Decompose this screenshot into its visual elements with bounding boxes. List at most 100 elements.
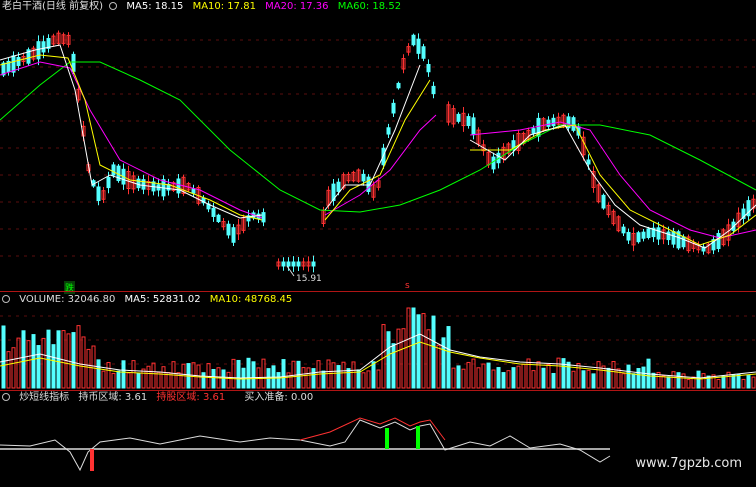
volume-bar: [441, 337, 446, 389]
candle: [571, 117, 576, 131]
volume-bar: [751, 376, 756, 389]
volume-label: VOLUME: 32046.80: [19, 294, 116, 305]
candle: [336, 181, 341, 192]
candle: [431, 85, 436, 95]
volume-bar: [401, 328, 406, 389]
volume-bar: [736, 374, 741, 389]
volume-bar: [246, 357, 251, 389]
candle: [601, 194, 606, 209]
indicator-pane[interactable]: 炒短线指标 持币区域: 3.61 持股区域: 3.61 买入准备: 0.00 w…: [0, 390, 756, 487]
price-header: 老白干酒(日线 前复权) MA5: 18.15 MA10: 17.81 MA20…: [2, 1, 407, 13]
volume-bar: [466, 361, 471, 389]
volume-bar: [416, 314, 421, 389]
candle: [681, 236, 686, 248]
volume-bar: [586, 369, 591, 389]
volume-bar: [451, 367, 456, 389]
volume-bar: [641, 366, 646, 389]
volume-bar: [506, 370, 511, 389]
volume-bar: [31, 334, 36, 389]
settings-dot-icon[interactable]: [109, 2, 118, 10]
candle: [231, 227, 236, 243]
candle: [666, 231, 671, 241]
volume-bar: [411, 307, 416, 389]
candle: [361, 173, 366, 182]
candle: [646, 228, 651, 238]
candle: [656, 227, 661, 240]
volume-bar: [206, 363, 211, 389]
settings-dot-icon[interactable]: [2, 393, 10, 401]
candle: [391, 102, 396, 114]
candle: [671, 230, 676, 245]
volume-bar: [566, 361, 571, 389]
candle: [216, 214, 221, 223]
volume-bar: [81, 336, 86, 389]
volume-bar: [686, 379, 691, 389]
volume-bar: [381, 324, 386, 389]
indicator-red-line: [299, 417, 446, 441]
sell-signal-bar: [90, 449, 94, 471]
volume-bar: [366, 370, 371, 389]
volume-bar: [671, 371, 676, 389]
volume-bar: [336, 365, 341, 389]
volume-bar: [36, 345, 41, 389]
volume-bar: [261, 358, 266, 389]
volume-bar: [631, 373, 636, 389]
candle: [471, 117, 476, 136]
volume-bar: [151, 362, 156, 389]
volume-chart[interactable]: [0, 292, 756, 390]
candle: [421, 46, 426, 59]
volume-bar: [76, 325, 81, 389]
candle: [296, 261, 301, 267]
volume-bar: [41, 337, 46, 389]
volume-bar: [341, 361, 346, 389]
volume-bar: [11, 347, 16, 389]
volume-bar: [666, 376, 671, 389]
volume-bar: [731, 374, 736, 389]
volume-bar: [421, 313, 426, 389]
volume-bar: [496, 367, 501, 389]
volume-bar: [526, 358, 531, 389]
volume-bar: [486, 362, 491, 389]
volume-bar: [436, 344, 441, 389]
volume-pane[interactable]: VOLUME: 32046.80 MA5: 52831.02 MA10: 487…: [0, 292, 756, 390]
indicator-chart[interactable]: [0, 390, 756, 487]
volume-bar: [621, 373, 626, 389]
candle: [426, 64, 431, 73]
candle: [11, 55, 16, 73]
candle: [586, 159, 591, 165]
volume-bar: [596, 361, 601, 389]
volume-bar: [376, 369, 381, 389]
volume-bar: [571, 370, 576, 389]
volume-bar: [391, 343, 396, 389]
volume-bar: [26, 340, 31, 389]
ma10-line: [0, 54, 263, 221]
settings-dot-icon[interactable]: [2, 295, 10, 303]
volume-bar: [106, 362, 111, 389]
volume-bar: [681, 373, 686, 389]
candlestick-chart[interactable]: [0, 0, 756, 290]
candle: [491, 156, 496, 170]
volume-bar: [161, 366, 166, 389]
low-price-label: 15.91: [296, 274, 322, 284]
ma5-line: [0, 44, 263, 219]
volume-bar: [396, 328, 401, 389]
volume-bar: [251, 361, 256, 389]
volume-bar: [431, 315, 436, 389]
candle: [641, 231, 646, 239]
volume-bar: [551, 372, 556, 389]
candle: [456, 113, 461, 122]
volume-bar: [696, 370, 701, 389]
volume-header: VOLUME: 32046.80 MA5: 52831.02 MA10: 487…: [2, 294, 298, 306]
volume-bar: [101, 370, 106, 389]
volume-bar: [286, 372, 291, 389]
candle: [291, 261, 296, 267]
candle: [96, 186, 101, 202]
volume-bar: [746, 375, 751, 389]
candle: [226, 223, 231, 236]
price-pane[interactable]: 老白干酒(日线 前复权) MA5: 18.15 MA10: 17.81 MA20…: [0, 0, 756, 294]
candle: [546, 119, 551, 127]
candle: [281, 261, 286, 267]
volume-bar: [531, 370, 536, 389]
volume-bar: [556, 357, 561, 389]
volume-bar: [91, 345, 96, 389]
